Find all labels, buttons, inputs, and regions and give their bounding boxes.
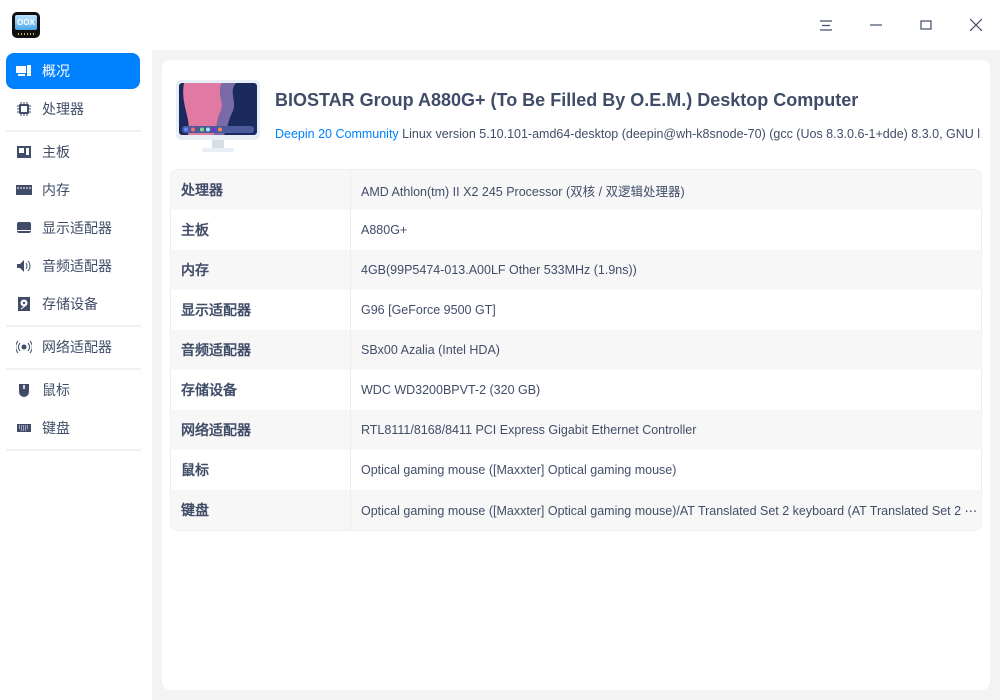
sidebar-item-label: 内存: [42, 182, 70, 198]
sidebar-item-label: 处理器: [42, 101, 84, 117]
os-link[interactable]: Deepin 20 Community: [275, 127, 399, 141]
network-icon: [16, 340, 32, 354]
minimize-icon: [870, 24, 882, 26]
table-row: 显示适配器 G96 [GeForce 9500 GT]: [171, 290, 981, 330]
sidebar-item-motherboard[interactable]: 主板: [6, 134, 140, 170]
table-row: 音频适配器 SBx00 Azalia (Intel HDA): [171, 330, 981, 370]
kernel-version: Linux version 5.10.101-amd64-desktop (de…: [398, 127, 982, 141]
table-row: 网络适配器 RTL8111/8168/8411 PCI Express Gigab…: [171, 410, 981, 450]
row-label: 处理器: [171, 170, 351, 210]
computer-image: [176, 80, 260, 152]
table-row: 处理器 AMD Athlon(tm) II X2 245 Processor (双…: [171, 170, 981, 210]
row-value: RTL8111/8168/8411 PCI Express Gigabit Et…: [361, 423, 697, 437]
overview-panel: BIOSTAR Group A880G+ (To Be Filled By O.…: [162, 60, 990, 690]
sidebar-item-label: 音频适配器: [42, 258, 112, 274]
sidebar-item-label: 网络适配器: [42, 339, 112, 355]
table-row: 内存 4GB(99P5474-013.A00LF Other 533MHz (1.…: [171, 250, 981, 290]
table-row: 主板 A880G+: [171, 210, 981, 250]
sidebar-divider: [6, 449, 141, 451]
row-label: 键盘: [171, 490, 351, 530]
sidebar-divider: [6, 368, 141, 370]
row-label: 鼠标: [171, 450, 351, 490]
content-area: BIOSTAR Group A880G+ (To Be Filled By O.…: [152, 50, 1000, 700]
row-value: AMD Athlon(tm) II X2 245 Processor (双核 /…: [361, 184, 685, 199]
app-icon: OOX: [12, 12, 40, 38]
motherboard-icon: [16, 145, 32, 159]
row-value: WDC WD3200BPVT-2 (320 GB): [361, 383, 541, 397]
minimize-button[interactable]: [861, 10, 891, 40]
sidebar-divider: [6, 130, 141, 132]
row-value: A880G+: [361, 223, 408, 237]
sidebar-item-network[interactable]: 网络适配器: [6, 329, 140, 365]
sidebar-divider: [6, 325, 141, 327]
table-row: 鼠标 Optical gaming mouse ([Maxxter] Optica…: [171, 450, 981, 490]
row-label: 存储设备: [171, 370, 351, 410]
keyboard-icon: [16, 421, 32, 435]
row-label: 显示适配器: [171, 290, 351, 330]
memory-icon: [16, 183, 32, 197]
sidebar-item-display[interactable]: 显示适配器: [6, 210, 140, 246]
sidebar-item-keyboard[interactable]: 键盘: [6, 410, 140, 446]
table-row: 存储设备 WDC WD3200BPVT-2 (320 GB): [171, 370, 981, 410]
sidebar-item-memory[interactable]: 内存: [6, 172, 140, 208]
sidebar-item-label: 键盘: [42, 420, 70, 436]
sidebar-item-cpu[interactable]: 处理器: [6, 91, 140, 127]
row-label: 网络适配器: [171, 410, 351, 450]
sidebar: 概况处理器主板内存显示适配器音频适配器存储设备网络适配器鼠标键盘: [0, 50, 152, 700]
cpu-icon: [16, 102, 32, 116]
sidebar-item-overview[interactable]: 概况: [6, 53, 140, 89]
row-value: SBx00 Azalia (Intel HDA): [361, 343, 500, 357]
sidebar-item-label: 鼠标: [42, 382, 70, 398]
table-row: 键盘 Optical gaming mouse ([Maxxter] Optica…: [171, 490, 981, 530]
sidebar-item-label: 主板: [42, 144, 70, 160]
info-table: 处理器 AMD Athlon(tm) II X2 245 Processor (双…: [170, 169, 982, 531]
sidebar-item-mouse[interactable]: 鼠标: [6, 372, 140, 408]
row-value: 4GB(99P5474-013.A00LF Other 533MHz (1.9n…: [361, 263, 637, 277]
row-label: 主板: [171, 210, 351, 250]
row-value: G96 [GeForce 9500 GT]: [361, 303, 496, 317]
row-value: Optical gaming mouse ([Maxxter] Optical …: [361, 503, 978, 518]
audio-icon: [16, 259, 32, 273]
sidebar-item-storage[interactable]: 存储设备: [6, 286, 140, 322]
computer-title: BIOSTAR Group A880G+ (To Be Filled By O.…: [275, 90, 859, 110]
maximize-button[interactable]: [911, 10, 941, 40]
row-label: 音频适配器: [171, 330, 351, 370]
sidebar-item-label: 概况: [42, 63, 70, 79]
menu-icon: [820, 19, 832, 31]
row-label: 内存: [171, 250, 351, 290]
close-button[interactable]: [961, 10, 991, 40]
display-icon: [16, 221, 32, 235]
row-value: Optical gaming mouse ([Maxxter] Optical …: [361, 463, 677, 477]
mouse-icon: [16, 383, 32, 397]
title-bar: OOX: [0, 0, 1000, 50]
sidebar-item-label: 存储设备: [42, 296, 98, 312]
os-info: Deepin 20 Community Linux version 5.10.1…: [275, 127, 982, 141]
sidebar-item-label: 显示适配器: [42, 220, 112, 236]
menu-button[interactable]: [811, 10, 841, 40]
maximize-icon: [920, 20, 932, 30]
sidebar-item-audio[interactable]: 音频适配器: [6, 248, 140, 284]
close-icon: [970, 19, 982, 31]
storage-icon: [16, 297, 32, 311]
overview-icon: [16, 64, 32, 78]
